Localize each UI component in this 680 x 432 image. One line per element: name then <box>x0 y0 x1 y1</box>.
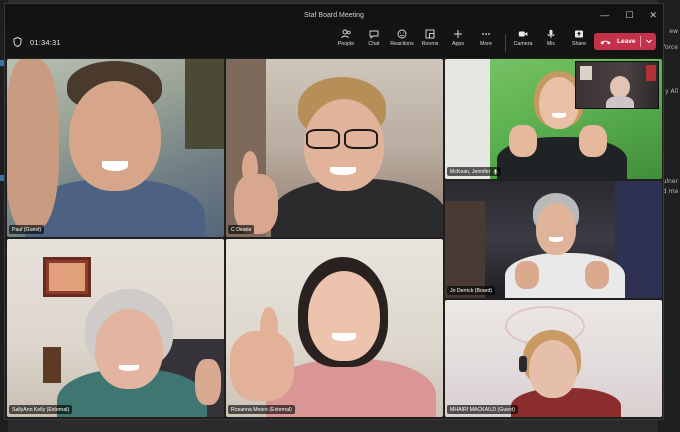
more-label: More <box>479 41 493 47</box>
participant-nameplate: McKean, Jennifer <box>447 167 502 176</box>
camera-button[interactable]: Camera <box>509 29 537 47</box>
participant-name: SallyAnn Kelly (External) <box>12 406 70 413</box>
participant-tile[interactable]: Jo Derrick (Board) <box>445 181 662 298</box>
rooms-button[interactable]: Rooms <box>416 29 444 47</box>
minimize-icon[interactable]: — <box>600 10 609 20</box>
video-grid: Paul (Guest) C Dearie McKean, Jennifer J… <box>7 58 663 419</box>
reactions-icon <box>397 29 407 39</box>
participant-name: MHAIRI MACKAILD (Guest) <box>450 406 515 413</box>
reactions-button[interactable]: Reactions <box>388 29 416 47</box>
leave-button[interactable]: Leave <box>594 33 656 50</box>
background-text: ew <box>669 28 678 35</box>
teams-meeting-window: Staf Board Meeting — ☐ ✕ 01:34:31 People… <box>4 3 664 420</box>
maximize-icon[interactable]: ☐ <box>625 10 633 20</box>
participant-video <box>226 239 443 417</box>
device-buttons: Camera Mic Share <box>509 29 593 47</box>
participant-video <box>226 59 443 237</box>
participant-tile[interactable]: SallyAnn Kelly (External) <box>7 239 224 417</box>
participant-tile[interactable]: Paul (Guest) <box>7 59 224 237</box>
window-controls: — ☐ ✕ <box>600 4 657 26</box>
apps-label: Apps <box>451 41 465 47</box>
chat-label: Chat <box>368 41 380 47</box>
mic-icon <box>493 168 498 175</box>
chevron-down-icon[interactable] <box>645 36 653 46</box>
participant-name: Jo Derrick (Board) <box>450 287 493 294</box>
participant-video <box>445 181 662 298</box>
meeting-toolbar: 01:34:31 People Chat Reactions Rooms App… <box>5 26 663 58</box>
mic-icon <box>547 29 555 39</box>
participant-tile[interactable]: C Dearie <box>226 59 443 237</box>
chat-icon <box>369 30 379 39</box>
more-button[interactable]: More <box>472 29 500 47</box>
camera-icon <box>518 31 528 37</box>
participant-nameplate: Jo Derrick (Board) <box>447 286 496 295</box>
mic-button[interactable]: Mic <box>537 29 565 47</box>
toolbar-buttons: People Chat Reactions Rooms Apps More <box>332 29 500 47</box>
apps-button[interactable]: Apps <box>444 29 472 47</box>
participant-video <box>445 300 662 417</box>
participant-nameplate: SallyAnn Kelly (External) <box>9 405 73 414</box>
leave-label: Leave <box>617 38 636 45</box>
participant-video <box>7 59 224 237</box>
participant-nameplate: Paul (Guest) <box>9 225 45 234</box>
participant-nameplate: Rosanna Moore (External) <box>228 405 295 414</box>
people-label: People <box>337 41 355 47</box>
window-title: Staf Board Meeting <box>304 11 364 19</box>
participant-name: Rosanna Moore (External) <box>231 406 292 413</box>
chat-button[interactable]: Chat <box>360 29 388 47</box>
leave-divider <box>640 36 641 47</box>
title-bar: Staf Board Meeting — ☐ ✕ <box>5 4 663 26</box>
participant-nameplate: C Dearie <box>228 225 255 234</box>
participant-tile[interactable]: Rosanna Moore (External) <box>226 239 443 417</box>
share-button[interactable]: Share <box>565 29 593 47</box>
participant-name: C Dearie <box>231 226 252 233</box>
participant-name: Paul (Guest) <box>12 226 42 233</box>
participant-tile[interactable]: McKean, Jennifer <box>445 59 662 179</box>
people-button[interactable]: People <box>332 29 360 47</box>
close-icon[interactable]: ✕ <box>649 10 657 20</box>
participant-name: McKean, Jennifer <box>450 168 491 175</box>
more-icon <box>482 33 490 35</box>
share-label: Share <box>571 41 587 47</box>
camera-label: Camera <box>513 41 533 47</box>
background-text: force <box>662 44 678 51</box>
call-timer: 01:34:31 <box>13 37 61 47</box>
reactions-label: Reactions <box>390 41 414 47</box>
self-view-preview[interactable] <box>575 61 659 109</box>
hang-up-icon <box>600 40 611 44</box>
background-text: y All <box>665 88 678 95</box>
toolbar-separator <box>505 34 506 52</box>
rooms-label: Rooms <box>421 41 439 47</box>
share-icon <box>575 30 583 38</box>
elapsed-time: 01:34:31 <box>30 37 61 47</box>
shield-icon <box>13 37 22 47</box>
people-icon <box>341 29 351 39</box>
participant-video <box>7 239 224 417</box>
participant-nameplate: MHAIRI MACKAILD (Guest) <box>447 405 518 414</box>
participant-tile-active-speaker[interactable]: MHAIRI MACKAILD (Guest) <box>445 300 662 417</box>
mic-label: Mic <box>546 41 556 47</box>
rooms-icon <box>425 29 435 39</box>
apps-icon <box>454 30 462 38</box>
